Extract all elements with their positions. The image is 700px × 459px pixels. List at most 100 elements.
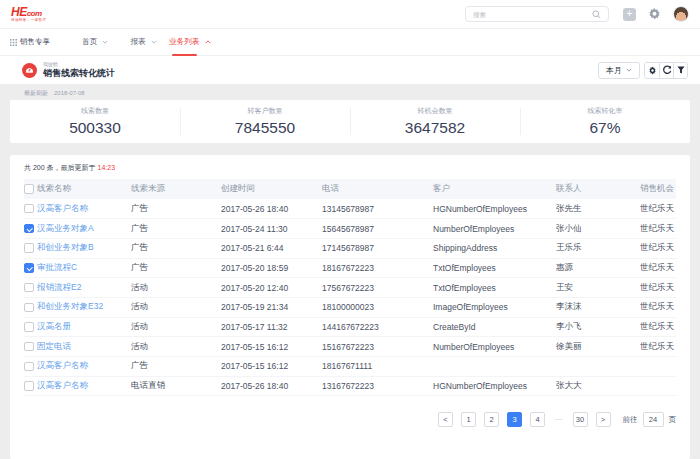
lead-opportunity: 世纪乐天 [640,219,676,239]
pagination-next[interactable]: > [596,412,611,427]
nav-item-label: 首页 [82,37,97,47]
stat-label: 线索数量 [81,106,109,116]
lead-source: 广告 [131,238,221,258]
lead-customer: CreateById [433,317,556,337]
col-header-created[interactable]: 创建时间 [221,179,322,199]
stats-card: 线索数量500330转客户数量7845550转机会数量3647582线索转化率6… [10,100,690,143]
lead-contact: 张大大 [556,376,640,396]
col-header-customer[interactable]: 客户 [433,179,556,199]
refresh-button[interactable] [659,63,673,78]
workspace-label: 销售专享 [20,37,50,47]
lead-name-link[interactable]: 固定电话 [37,337,131,357]
lead-phone: 15167672223 [322,337,433,357]
row-checkbox[interactable] [24,342,34,352]
lead-customer [433,357,556,377]
col-header-name[interactable]: 线索名称 [37,179,131,199]
last-refresh-line: 最新刷新 2018-07-08 [0,84,700,100]
lead-phone: 17145678987 [322,238,433,258]
table-row: 和创业务对象E32活动2017-05-19 21:3418100000023Im… [24,297,676,317]
toolbar-icon-group [644,62,688,79]
nav-item-2[interactable]: 报表 [130,29,156,55]
user-avatar[interactable] [673,6,689,22]
goto-page-input[interactable]: 24 [643,412,664,427]
lead-opportunity: 世纪乐天 [640,238,676,258]
lead-phone: 13167672223 [322,376,433,396]
lead-source: 活动 [131,278,221,298]
row-checkbox[interactable] [24,283,34,293]
dashboard-category: 驾驶舱 [43,62,115,67]
row-checkbox[interactable] [24,243,34,253]
chevron-down-icon [102,40,108,44]
add-button[interactable]: + [623,8,636,21]
lead-contact [556,357,640,377]
page-title: 销售线索转化统计 [43,69,115,78]
gear-icon [648,66,657,75]
refresh-date: 2018-07-08 [54,90,85,96]
col-header-phone[interactable]: 电话 [322,179,433,199]
search-input[interactable] [473,11,592,18]
col-header-contact[interactable]: 联系人 [556,179,640,199]
settings-gear-icon[interactable] [648,8,661,21]
lead-phone: 144167672223 [322,317,433,337]
refresh-label: 最新刷新 [24,89,48,98]
lead-name-link[interactable]: 报销流程E2 [37,278,131,298]
nav-item-1[interactable]: 首页 [82,29,108,55]
stat-value: 3647582 [405,119,465,137]
lead-name-link[interactable]: 和创业务对象E32 [37,297,131,317]
lead-customer: TxtOfEmployees [433,278,556,298]
logo-text: HEcom [11,6,46,18]
nav-item-3[interactable]: 业务列表 [169,29,211,55]
period-select[interactable]: 本月 [598,62,640,79]
row-checkbox[interactable] [24,303,34,313]
select-all-checkbox[interactable] [24,184,34,194]
lead-name-link[interactable]: 汉高客户名称 [37,199,131,219]
chevron-up-icon [205,40,211,44]
lead-created: 2017-05-15 16:12 [221,337,322,357]
stat-value: 7845550 [235,119,295,137]
row-checkbox[interactable] [24,322,34,332]
lead-name-link[interactable]: 汉高名册 [37,317,131,337]
lead-source: 活动 [131,317,221,337]
filter-button[interactable] [673,63,687,78]
chevron-down-icon [151,40,157,44]
lead-source: 广告 [131,258,221,278]
row-checkbox[interactable] [24,204,34,214]
lead-name-link[interactable]: 和创业务对象B [37,238,131,258]
pagination-page-2[interactable]: 2 [484,412,499,427]
lead-name-link[interactable]: 审批流程C [37,258,131,278]
table-row: 报销流程E2活动2017-05-20 12:4017567672223TxtOf… [24,278,676,298]
row-checkbox[interactable] [24,263,34,273]
col-header-source[interactable]: 线索来源 [131,179,221,199]
lead-opportunity [640,357,676,377]
pagination-page-4[interactable]: 4 [530,412,545,427]
lead-name-link[interactable]: 汉高客户名称 [37,376,131,396]
lead-name-link[interactable]: 汉高客户名称 [37,357,131,377]
stat-value: 67% [589,119,620,137]
table-row: 汉高业务对象A广告2017-05-24 11:3015645678987Numb… [24,219,676,239]
table-summary: 共 200 条，最后更新于 14:23 [24,155,676,179]
stat-2: 转客户数量7845550 [180,100,350,143]
lead-created: 2017-05-20 18:59 [221,258,322,278]
lead-customer: HGNumberOfEmployees [433,376,556,396]
pagination-page-3[interactable]: 3 [507,412,522,427]
lead-opportunity: 世纪乐天 [640,317,676,337]
pagination-page-1[interactable]: 1 [461,412,476,427]
search-box[interactable] [465,6,609,22]
row-checkbox[interactable] [24,224,34,234]
lead-contact: 张小仙 [556,219,640,239]
pagination: <1234···30>前往24页 [24,396,676,427]
nav-items: 首页 报表 业务列表 [82,29,233,55]
nav-item-label: 业务列表 [169,37,200,47]
lead-contact: 王乐乐 [556,238,640,258]
pagination-goto: 前往24页 [623,412,677,427]
workspace-switcher[interactable]: 销售专享 [10,37,50,47]
lead-name-link[interactable]: 汉高业务对象A [37,219,131,239]
logo[interactable]: HEcom 移动销售，一体管理 [11,6,46,23]
row-checkbox[interactable] [24,381,34,391]
pagination-prev[interactable]: < [438,412,453,427]
col-header-opportunity[interactable]: 销售机会 [640,179,676,199]
pagination-page-30[interactable]: 30 [573,412,588,427]
stat-label: 线索转化率 [588,106,623,116]
row-checkbox[interactable] [24,362,34,372]
settings-button[interactable] [645,63,659,78]
